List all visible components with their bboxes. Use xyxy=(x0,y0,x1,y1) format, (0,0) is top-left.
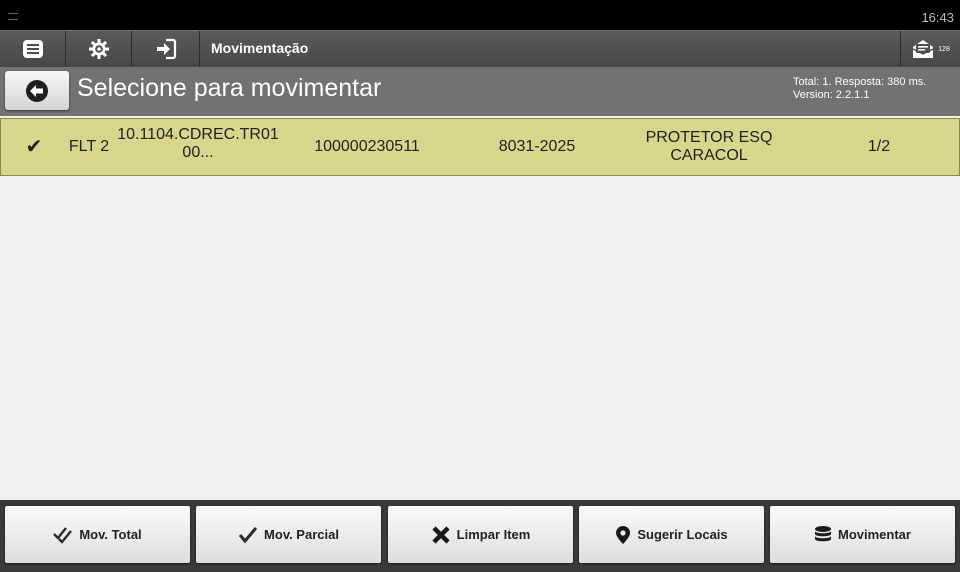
list-item[interactable]: ✔ FLT 2 10.1104.CDREC.TR01 00... 1000002… xyxy=(0,118,960,176)
checkmark-icon: ✔ xyxy=(25,136,43,158)
movimentar-label: Movimentar xyxy=(838,527,911,542)
mov-total-button[interactable]: Mov. Total xyxy=(5,506,190,563)
sugerir-locais-button[interactable]: Sugerir Locais xyxy=(579,506,764,563)
page-title: Movimentação xyxy=(211,40,309,56)
response-total: Total: 1. Resposta: 380 ms. xyxy=(793,76,927,88)
subheader: Selecione para movimentar Total: 1. Resp… xyxy=(0,67,960,116)
message-count: 128 xyxy=(938,45,950,53)
settings-button[interactable] xyxy=(66,31,132,67)
response-info: Total: 1. Resposta: 380 ms. Version: 2.2… xyxy=(793,76,926,102)
footer-toolbar: Mov. Total Mov. Parcial Limpar Item Suge… xyxy=(0,500,960,572)
database-icon xyxy=(815,525,832,541)
clock: 16:43 xyxy=(921,10,954,25)
status-bar: 16:43 xyxy=(0,0,960,30)
app-version: Version: 2.2.1.1 xyxy=(793,89,870,101)
mov-total-label: Mov. Total xyxy=(79,527,142,542)
arrow-left-circle-icon xyxy=(26,79,48,102)
menu-button[interactable] xyxy=(0,31,66,67)
toolbar: Movimentação 128 xyxy=(0,30,960,68)
mov-parcial-button[interactable]: Mov. Parcial xyxy=(196,506,381,563)
item-number: 100000230511 xyxy=(314,138,420,155)
envelope-icon xyxy=(912,40,934,58)
back-button[interactable] xyxy=(5,71,69,110)
limpar-item-label: Limpar Item xyxy=(456,527,531,542)
item-reference: 8031-2025 xyxy=(498,138,576,155)
check-icon xyxy=(238,526,258,543)
gear-icon xyxy=(88,39,109,59)
item-flt: FLT 2 xyxy=(68,138,110,155)
mov-parcial-label: Mov. Parcial xyxy=(264,527,339,542)
item-code-text: 10.1104.CDREC.TR01 00... xyxy=(117,126,279,161)
sign-in-icon xyxy=(156,38,176,60)
item-description: PROTETOR ESQ CARACOL xyxy=(645,129,773,164)
screen-title: Selecione para movimentar xyxy=(77,74,382,102)
close-icon xyxy=(432,525,450,544)
map-marker-icon xyxy=(616,525,631,544)
limpar-item-button[interactable]: Limpar Item xyxy=(388,506,573,563)
item-code: 10.1104.CDREC.TR01 00... xyxy=(113,119,283,175)
sugerir-locais-label: Sugerir Locais xyxy=(637,527,728,542)
notification-icon xyxy=(8,13,18,20)
messages-button[interactable]: 128 xyxy=(900,31,960,67)
list-icon xyxy=(22,40,43,58)
item-quantity: 1/2 xyxy=(867,138,891,155)
logout-button[interactable] xyxy=(132,31,200,67)
double-check-icon xyxy=(53,526,73,544)
movimentar-button[interactable]: Movimentar xyxy=(770,506,955,563)
